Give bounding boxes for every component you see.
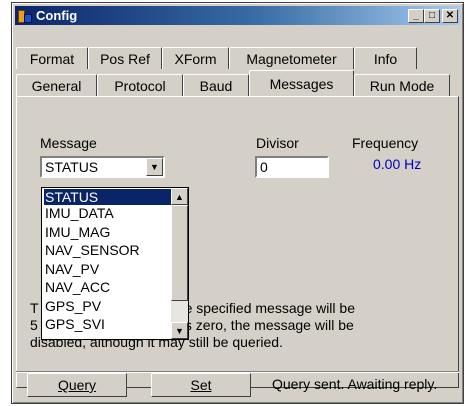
minimize-button[interactable]: _	[408, 8, 424, 23]
divisor-input-value: 0	[260, 159, 268, 175]
close-button[interactable]: ✕	[442, 8, 458, 23]
scroll-thumb[interactable]	[171, 205, 188, 301]
dropdown-option-nav-pv[interactable]: NAV_PV	[44, 261, 171, 277]
description-line1-start: T	[30, 300, 39, 316]
minimize-icon: _	[413, 9, 419, 21]
set-button[interactable]: Set	[151, 373, 251, 397]
title-bar[interactable]: Config _ □ ✕	[15, 6, 460, 25]
scroll-down-button[interactable]: ▼	[171, 322, 188, 339]
maximize-button[interactable]: □	[424, 8, 440, 23]
chevron-down-icon: ▼	[175, 325, 184, 336]
tab-general[interactable]: General	[16, 74, 97, 96]
dropdown-option-status[interactable]: STATUS	[44, 189, 171, 205]
tab-xform[interactable]: XForm	[162, 47, 229, 69]
dropdown-option-nav-sensor[interactable]: NAV_SENSOR	[44, 242, 171, 258]
chevron-down-icon: ▼	[150, 162, 159, 172]
query-button[interactable]: Query	[27, 373, 127, 397]
dropdown-option-nav-acc[interactable]: NAV_ACC	[44, 279, 171, 295]
description-line1-end: e specified message will be	[184, 300, 355, 316]
dropdown-option-gps-svi[interactable]: GPS_SVI	[44, 316, 171, 332]
message-select-dropdown-button[interactable]: ▼	[146, 158, 163, 176]
divisor-label: Divisor	[256, 135, 299, 151]
tab-row-bottom: General Protocol Baud Messages Run Mode	[16, 70, 450, 96]
chevron-up-icon: ▲	[175, 191, 184, 202]
maximize-icon: □	[428, 9, 436, 21]
dropdown-option-gps-pv[interactable]: GPS_PV	[44, 298, 171, 314]
frequency-label: Frequency	[352, 135, 419, 151]
close-icon: ✕	[445, 9, 455, 21]
description-line2-end: is zero, the message will be	[181, 317, 354, 333]
tab-run-mode[interactable]: Run Mode	[354, 74, 450, 96]
dropdown-scrollbar[interactable]: ▲ ▼	[171, 188, 188, 339]
tab-info[interactable]: Info	[354, 47, 417, 69]
set-button-label: Set	[190, 377, 212, 393]
dropdown-option-imu-mag[interactable]: IMU_MAG	[44, 224, 171, 240]
message-select[interactable]: STATUS ▼	[40, 156, 165, 178]
tab-magnetometer[interactable]: Magnetometer	[229, 47, 354, 69]
config-window: Config _ □ ✕ Format Pos Ref XForm Magnet…	[11, 2, 464, 404]
dropdown-option-imu-data[interactable]: IMU_DATA	[44, 205, 171, 221]
tab-format[interactable]: Format	[16, 47, 88, 69]
tab-baud[interactable]: Baud	[183, 74, 249, 96]
tab-protocol[interactable]: Protocol	[97, 74, 183, 96]
status-text: Query sent. Awaiting reply.	[272, 376, 438, 392]
query-button-label: Query	[57, 377, 97, 393]
tab-row-top: Format Pos Ref XForm Magnetometer Info	[16, 47, 417, 69]
divisor-input[interactable]: 0	[255, 156, 329, 178]
message-dropdown-list[interactable]: STATUS IMU_DATA IMU_MAG NAV_SENSOR NAV_P…	[41, 187, 189, 340]
message-select-value: STATUS	[45, 159, 99, 175]
app-icon	[17, 8, 33, 24]
message-label: Message	[40, 135, 97, 151]
description-line2-start: 5	[30, 317, 38, 333]
tab-messages[interactable]: Messages	[249, 70, 354, 96]
frequency-value: 0.00 Hz	[373, 156, 422, 172]
window-title: Config	[36, 8, 78, 23]
tab-pos-ref[interactable]: Pos Ref	[88, 47, 162, 69]
scroll-up-button[interactable]: ▲	[171, 188, 188, 205]
